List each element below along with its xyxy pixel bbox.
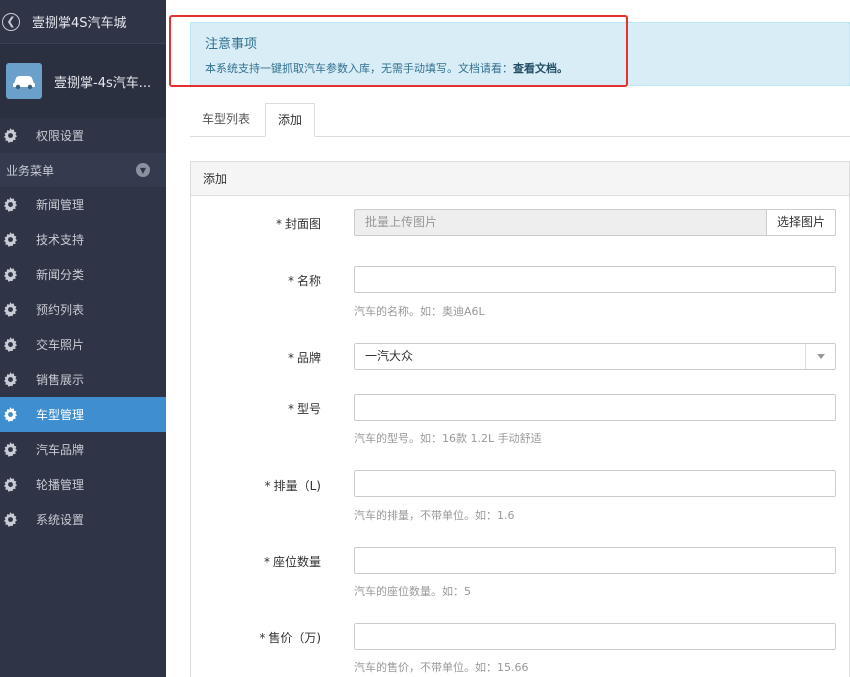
tab-model-list[interactable]: 车型列表 bbox=[190, 103, 262, 137]
sidebar-item-label: 交车照片 bbox=[36, 338, 85, 352]
gear-icon bbox=[2, 301, 19, 318]
sidebar-item[interactable]: 系统设置 bbox=[0, 502, 166, 537]
sidebar-item[interactable]: 新闻分类 bbox=[0, 257, 166, 292]
sidebar-item-label: 系统设置 bbox=[36, 513, 85, 527]
notice-body: 本系统支持一键抓取汽车参数入库，无需手动填写。文档请看：查看文档。 bbox=[205, 60, 835, 76]
sidebar: ❮ 壹捌掌4S汽车城 壹捌掌-4s汽车... 权限设置 业务菜单 ▼ 新闻管理技… bbox=[0, 0, 166, 677]
chevron-down-icon: ▼ bbox=[136, 163, 150, 177]
menu-group-business[interactable]: 业务菜单 ▼ bbox=[0, 153, 166, 187]
model-hint: 汽车的型号。如：16款 1.2L 手动舒适 bbox=[354, 432, 542, 445]
displacement-input[interactable] bbox=[354, 470, 836, 497]
displacement-label: * 排量（L) bbox=[264, 479, 321, 493]
price-hint: 汽车的售价，不带单位。如：15.66 bbox=[354, 661, 529, 674]
gear-icon bbox=[2, 371, 19, 388]
name-input[interactable] bbox=[354, 266, 836, 293]
price-label: * 售价（万) bbox=[259, 631, 321, 645]
displacement-hint: 汽车的排量，不带单位。如：1.6 bbox=[354, 509, 515, 522]
sidebar-item[interactable]: 车型管理 bbox=[0, 397, 166, 432]
seats-hint: 汽车的座位数量。如：5 bbox=[354, 585, 471, 598]
app-title: 壹捌掌4S汽车城 bbox=[32, 16, 127, 31]
sidebar-item-label: 销售展示 bbox=[36, 373, 85, 387]
back-arrow-icon[interactable]: ❮ bbox=[2, 12, 20, 31]
seats-input[interactable] bbox=[354, 547, 836, 574]
sidebar-item-label: 新闻分类 bbox=[36, 268, 85, 282]
cover-upload-input[interactable]: 批量上传图片 bbox=[354, 209, 767, 236]
menu-group-label: 业务菜单 bbox=[6, 163, 55, 178]
sidebar-item[interactable]: 销售展示 bbox=[0, 362, 166, 397]
gear-icon bbox=[2, 231, 19, 248]
tab-add[interactable]: 添加 bbox=[265, 103, 316, 137]
sidebar-item-permissions[interactable]: 权限设置 bbox=[0, 118, 166, 153]
name-label: * 名称 bbox=[287, 274, 321, 288]
sidebar-item-label: 权限设置 bbox=[36, 129, 85, 143]
gear-icon bbox=[2, 476, 19, 493]
add-form-panel: 添加 * 封面图 批量上传图片 选择图片 * 名称 汽车的名称。如：奥迪A6L * 品… bbox=[190, 161, 850, 677]
sidebar-item-label: 预约列表 bbox=[36, 303, 85, 317]
sidebar-item[interactable]: 轮播管理 bbox=[0, 467, 166, 502]
panel-title: 添加 bbox=[191, 162, 849, 196]
caret-down-icon bbox=[805, 344, 835, 369]
model-input[interactable] bbox=[354, 394, 836, 421]
brand-select[interactable]: 一汽大众 bbox=[354, 343, 836, 370]
gear-icon bbox=[2, 336, 19, 353]
name-hint: 汽车的名称。如：奥迪A6L bbox=[354, 305, 485, 318]
gear-icon bbox=[2, 196, 19, 213]
car-logo-icon bbox=[6, 63, 42, 99]
notice-box: 注意事项 本系统支持一键抓取汽车参数入库，无需手动填写。文档请看：查看文档。 bbox=[190, 22, 850, 86]
gear-icon bbox=[2, 441, 19, 458]
sidebar-header: ❮ 壹捌掌4S汽车城 bbox=[0, 0, 166, 44]
brand-select-value: 一汽大众 bbox=[365, 349, 414, 363]
shop-name: 壹捌掌-4s汽车... bbox=[54, 75, 152, 91]
sidebar-item[interactable]: 交车照片 bbox=[0, 327, 166, 362]
seats-label: * 座位数量 bbox=[263, 555, 321, 569]
sidebar-item-label: 车型管理 bbox=[36, 408, 85, 422]
sidebar-item-label: 汽车品牌 bbox=[36, 443, 85, 457]
gear-icon bbox=[2, 511, 19, 528]
model-label: * 型号 bbox=[287, 402, 321, 416]
shop-profile[interactable]: 壹捌掌-4s汽车... bbox=[0, 44, 166, 118]
gear-icon bbox=[2, 266, 19, 283]
sidebar-item[interactable]: 新闻管理 bbox=[0, 187, 166, 222]
sidebar-item[interactable]: 汽车品牌 bbox=[0, 432, 166, 467]
gear-icon bbox=[2, 127, 19, 144]
tab-bar: 车型列表 添加 bbox=[190, 103, 850, 137]
gear-icon bbox=[2, 406, 19, 423]
sidebar-item-label: 新闻管理 bbox=[36, 198, 85, 212]
cover-label: * 封面图 bbox=[275, 217, 321, 231]
sidebar-item-label: 轮播管理 bbox=[36, 478, 85, 492]
main-content: 注意事项 本系统支持一键抓取汽车参数入库，无需手动填写。文档请看：查看文档。 车… bbox=[166, 0, 850, 677]
notice-title: 注意事项 bbox=[205, 37, 258, 52]
docs-link[interactable]: 查看文档。 bbox=[513, 62, 568, 75]
notice-text: 本系统支持一键抓取汽车参数入库，无需手动填写。文档请看： bbox=[205, 62, 513, 75]
sidebar-item[interactable]: 技术支持 bbox=[0, 222, 166, 257]
select-image-button[interactable]: 选择图片 bbox=[766, 209, 836, 236]
price-input[interactable] bbox=[354, 623, 836, 650]
sidebar-item-label: 技术支持 bbox=[36, 233, 85, 247]
brand-label: * 品牌 bbox=[287, 351, 321, 365]
sidebar-item[interactable]: 预约列表 bbox=[0, 292, 166, 327]
